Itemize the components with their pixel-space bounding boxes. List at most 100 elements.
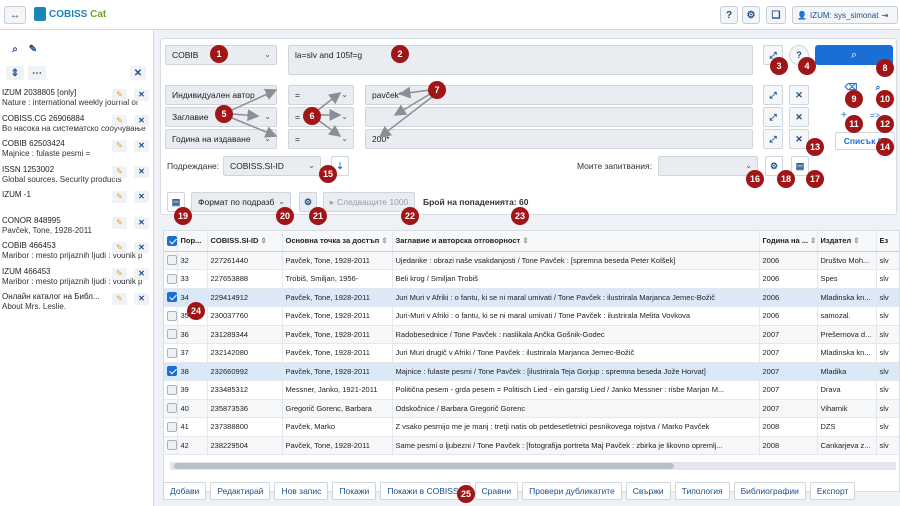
table-row[interactable]: 40 235873536 Gregorič Gorenc, Barbara Odsko… (164, 399, 899, 418)
table-row[interactable]: 32 227261440 Pavček, Tone, 1928-2011 Ujedan… (164, 251, 899, 270)
remove-icon[interactable]: ✕ (134, 114, 149, 127)
row-checkbox[interactable] (164, 251, 178, 270)
table-row[interactable]: 41 237388800 Pavček, Marko Z vsako pesmijo … (164, 417, 899, 437)
remove-row-icon[interactable]: ✕ (789, 107, 809, 127)
action-button[interactable]: Покажи (332, 482, 377, 500)
field-select[interactable]: Година на издаване ⌄ (165, 129, 277, 149)
value-input[interactable]: pavček* (365, 85, 753, 105)
remove-icon[interactable]: ✕ (134, 89, 149, 101)
expand-icon[interactable]: ⤢ (763, 107, 783, 127)
row-checkbox[interactable] (164, 306, 178, 326)
row-checkbox[interactable] (164, 362, 178, 381)
expand-icon[interactable]: ⤢ (763, 129, 783, 149)
column-header[interactable]: COBISS.SI-ID ⇕ (207, 231, 283, 252)
edit-icon[interactable]: ✎ (112, 165, 127, 178)
table-row[interactable]: 34 229414912 Pavček, Tone, 1928-2011 Juri M… (164, 288, 899, 307)
remove-row-icon[interactable]: ✕ (789, 85, 809, 105)
value-input[interactable] (365, 107, 753, 127)
action-button[interactable]: Експорт (809, 482, 856, 500)
table-row[interactable]: 35 230037760 Pavček, Tone, 1928-2011 Juri-M… (164, 306, 899, 326)
horizontal-scrollbar[interactable] (170, 462, 896, 470)
table-row[interactable]: 38 232660992 Pavček, Tone, 1928-2011 Majnic… (164, 362, 899, 381)
row-checkbox[interactable] (164, 380, 178, 400)
edit-icon[interactable]: ✎ (112, 191, 127, 203)
remove-icon[interactable]: ✕ (134, 267, 149, 280)
settings-icon[interactable]: ⚙ (742, 6, 760, 24)
column-header[interactable]: Година на ... ⇕ (759, 231, 818, 252)
user-menu[interactable]: 👤 IZUM: sys_simonat ⇥ (792, 6, 898, 24)
year-cell: 2006 (759, 251, 818, 270)
edit-icon[interactable]: ✎ (26, 42, 40, 56)
row-number: 39 (177, 380, 208, 400)
row-checkbox[interactable] (164, 269, 178, 289)
remove-icon[interactable]: ✕ (134, 191, 149, 203)
history-item[interactable]: IZUM -1 ✎ ✕ (2, 190, 152, 215)
next-1000-button[interactable]: ▸ Следващите 1000 (323, 192, 415, 212)
edit-icon[interactable]: ✎ (112, 89, 127, 101)
operator-select[interactable]: = ⌄ (288, 107, 354, 127)
scrollbar-thumb[interactable] (174, 463, 674, 469)
edit-icon[interactable]: ✎ (112, 267, 127, 280)
history-item[interactable]: Онлайн каталог на Библ... About Mrs. Lesl… (2, 292, 152, 317)
operator-select[interactable]: = ⌄ (288, 85, 354, 105)
column-header[interactable]: Ез (876, 231, 899, 252)
field-select[interactable]: Индивидуален автор ⌄ (165, 85, 277, 105)
row-checkbox[interactable] (164, 288, 178, 307)
row-checkbox[interactable] (164, 417, 178, 437)
operator-select[interactable]: = ⌄ (288, 129, 354, 149)
history-item[interactable]: CONOR 848995 Pavček, Tone, 1928-2011 ✎ ✕ (2, 216, 152, 241)
edit-icon[interactable]: ✎ (112, 114, 127, 127)
action-button[interactable]: Провери дубликатите (522, 482, 622, 500)
remove-icon[interactable]: ✕ (134, 165, 149, 178)
action-button[interactable]: Типология (674, 482, 730, 500)
column-header[interactable]: Заглавие и авторска отговорност ⇕ (392, 231, 760, 252)
clear-icon[interactable]: ✕ (130, 66, 146, 80)
history-item[interactable]: IZUM 466453 Maribor : mesto prijaznih lju… (2, 267, 152, 292)
expand-icon[interactable]: ⤢ (763, 85, 783, 105)
remove-icon[interactable]: ✕ (134, 242, 149, 254)
history-item[interactable]: IZUM 2038805 [only] Nature : internationa… (2, 88, 152, 113)
edit-icon[interactable]: ✎ (112, 242, 127, 254)
table-row[interactable]: 33 227653888 Trobiš, Smiljan, 1956- Beli kr… (164, 269, 899, 289)
saved-queries-select[interactable]: ⌄ (658, 156, 758, 176)
column-header[interactable]: Издател ⇕ (817, 231, 877, 252)
query-input[interactable]: la=slv and 105f=g (288, 45, 753, 75)
table-row[interactable]: 42 238229504 Pavček, Tone, 1928-2011 Same p… (164, 436, 899, 455)
row-checkbox[interactable] (164, 399, 178, 418)
action-button[interactable]: Сравни (474, 482, 519, 500)
more-icon[interactable]: ⋯ (28, 66, 46, 80)
history-item[interactable]: ISSN 1253002 Global sources. Security pro… (2, 165, 152, 190)
action-button[interactable]: Добави (163, 482, 207, 500)
action-button[interactable]: Редактирай (210, 482, 271, 500)
table-row[interactable]: 39 233485312 Messner, Janko, 1921-2011 Poli… (164, 380, 899, 400)
help-button[interactable]: ? (720, 6, 738, 24)
column-header[interactable]: Пор... (177, 231, 208, 252)
history-item[interactable]: COBIB 466453 Maribor : mesto prijaznih lj… (2, 241, 152, 266)
action-button[interactable]: Нов запис (274, 482, 329, 500)
history-item[interactable]: COBISS.CG 26906884 Во насока на систематс… (2, 114, 152, 139)
row-checkbox[interactable] (164, 436, 178, 455)
book-icon[interactable]: ❑ (766, 6, 786, 24)
edit-icon[interactable]: ✎ (112, 140, 127, 152)
edit-icon[interactable]: ✎ (112, 293, 127, 305)
row-checkbox[interactable] (164, 343, 178, 363)
save-query-icon[interactable]: ▤ (791, 156, 809, 176)
remove-icon[interactable]: ✕ (134, 293, 149, 305)
sort-icon[interactable]: ⇕ (6, 66, 24, 80)
history-item[interactable]: COBIB 62503424 Majnice : fulaste pesmi = ✎… (2, 139, 152, 164)
table-row[interactable]: 37 232142080 Pavček, Tone, 1928-2011 Juri M… (164, 343, 899, 363)
row-checkbox[interactable] (164, 325, 178, 344)
search-icon[interactable]: ⌕ (8, 42, 22, 56)
swap-arrows-icon[interactable]: ↔ (4, 6, 26, 24)
action-button[interactable]: Свържи (625, 482, 671, 500)
remove-icon[interactable]: ✕ (134, 216, 149, 229)
action-button[interactable]: Библиографии (733, 482, 806, 500)
select-all-checkbox[interactable] (164, 231, 178, 252)
table-row[interactable]: 36 231289344 Pavček, Tone, 1928-2011 Radobe… (164, 325, 899, 344)
format-select[interactable]: Формат по подразб ⌄ (191, 192, 291, 212)
edit-icon[interactable]: ✎ (112, 216, 127, 229)
value-input[interactable]: 200* (365, 129, 753, 149)
column-header[interactable]: Основна точка за достъп ⇕ (282, 231, 393, 252)
remove-icon[interactable]: ✕ (134, 140, 149, 152)
sort-select[interactable]: COBISS.SI-ID ⌄ (223, 156, 321, 176)
